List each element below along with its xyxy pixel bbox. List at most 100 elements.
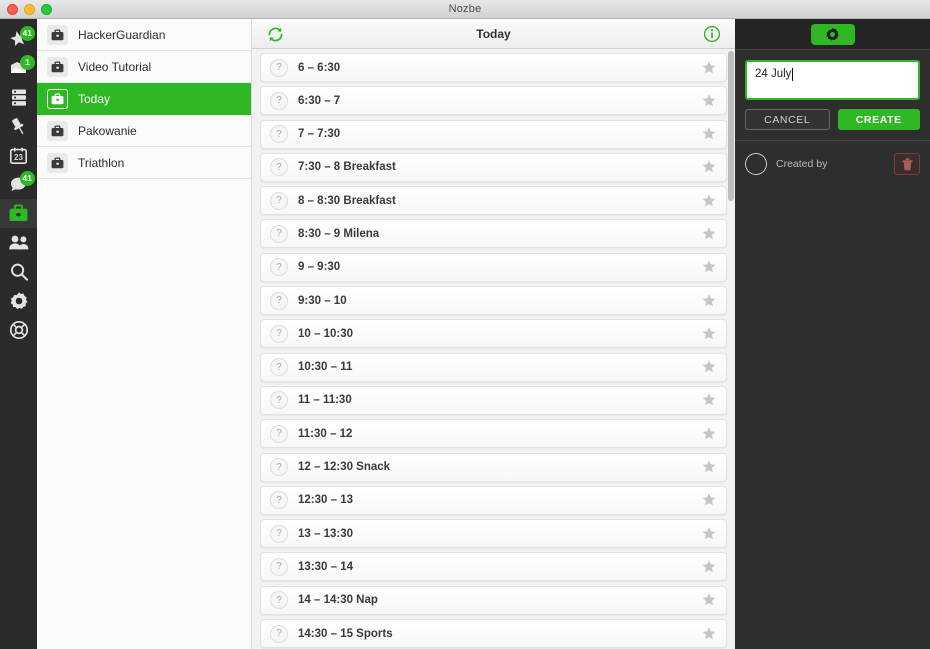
- task-label: 9 – 9:30: [298, 261, 341, 274]
- task-row[interactable]: ? 9:30 – 10: [260, 286, 727, 316]
- gear-icon: [10, 291, 27, 309]
- delete-button[interactable]: [894, 153, 920, 175]
- task-status-icon[interactable]: ?: [270, 358, 288, 377]
- task-status-icon[interactable]: ?: [270, 291, 288, 310]
- cancel-button[interactable]: CANCEL: [745, 109, 830, 130]
- task-status-icon[interactable]: ?: [270, 58, 288, 77]
- rail-item-comments[interactable]: 41: [0, 170, 37, 199]
- star-icon[interactable]: [700, 259, 718, 275]
- task-label: 11 – 11:30: [298, 394, 352, 407]
- task-row[interactable]: ? 8 – 8:30 Breakfast: [260, 186, 727, 216]
- star-icon[interactable]: [700, 293, 718, 309]
- rail-item-pinned[interactable]: [0, 112, 37, 141]
- star-icon[interactable]: [700, 526, 718, 542]
- calendar-icon: [9, 147, 27, 164]
- star-icon[interactable]: [700, 326, 718, 342]
- star-icon[interactable]: [700, 93, 718, 109]
- task-status-icon[interactable]: ?: [270, 191, 288, 210]
- briefcase-icon: [47, 120, 68, 141]
- name-input-value: 24 July: [755, 68, 792, 80]
- info-button[interactable]: [694, 19, 730, 49]
- details-settings-button[interactable]: [810, 23, 855, 45]
- star-icon[interactable]: [700, 60, 718, 76]
- task-row[interactable]: ? 13:30 – 14: [260, 552, 727, 582]
- star-icon[interactable]: [700, 459, 718, 475]
- task-row[interactable]: ? 12:30 – 13: [260, 485, 727, 515]
- project-item-today[interactable]: Today: [37, 83, 251, 115]
- rail-item-categories[interactable]: [0, 83, 37, 112]
- rail-item-projects[interactable]: [0, 199, 37, 228]
- star-icon[interactable]: [700, 592, 718, 608]
- task-status-icon[interactable]: ?: [270, 324, 288, 343]
- rail-item-settings[interactable]: [0, 286, 37, 315]
- created-by-label: Created by: [776, 158, 828, 170]
- task-status-icon[interactable]: ?: [270, 91, 288, 110]
- task-status-icon[interactable]: ?: [270, 557, 288, 576]
- task-row[interactable]: ? 10:30 – 11: [260, 352, 727, 382]
- task-row[interactable]: ? 7 – 7:30: [260, 119, 727, 149]
- star-icon[interactable]: [700, 193, 718, 209]
- task-list-scrollbar[interactable]: [727, 49, 735, 649]
- task-status-icon[interactable]: ?: [270, 591, 288, 610]
- star-icon[interactable]: [700, 159, 718, 175]
- task-row[interactable]: ? 11 – 11:30: [260, 385, 727, 415]
- rail-item-search[interactable]: [0, 257, 37, 286]
- zoom-button[interactable]: [41, 4, 52, 15]
- star-icon[interactable]: [700, 359, 718, 375]
- project-item-hackerguardian[interactable]: HackerGuardian: [37, 19, 251, 51]
- task-row[interactable]: ? 11:30 – 12: [260, 419, 727, 449]
- task-row[interactable]: ? 10 – 10:30: [260, 319, 727, 349]
- close-button[interactable]: [7, 4, 18, 15]
- task-row[interactable]: ? 12 – 12:30 Snack: [260, 452, 727, 482]
- project-item-pakowanie[interactable]: Pakowanie: [37, 115, 251, 147]
- rail-item-help[interactable]: [0, 315, 37, 344]
- window-titlebar: Nozbe: [0, 0, 930, 19]
- star-icon[interactable]: [700, 426, 718, 442]
- task-status-icon[interactable]: ?: [270, 458, 288, 477]
- task-row[interactable]: ? 6 – 6:30: [260, 53, 727, 82]
- star-icon[interactable]: [700, 626, 718, 642]
- star-icon[interactable]: [700, 559, 718, 575]
- task-row[interactable]: ? 7:30 – 8 Breakfast: [260, 152, 727, 182]
- task-row[interactable]: ? 14:30 – 15 Sports: [260, 619, 727, 649]
- task-row[interactable]: ? 13 – 13:30: [260, 519, 727, 549]
- task-row[interactable]: ? 14 – 14:30 Nap: [260, 585, 727, 615]
- nozbe-window: Nozbe 41 1 23 41 HackerGuardian Video Tu…: [0, 0, 930, 649]
- task-status-icon[interactable]: ?: [270, 224, 288, 243]
- name-input[interactable]: 24 July: [745, 60, 920, 100]
- project-item-triathlon[interactable]: Triathlon: [37, 147, 251, 179]
- project-item-video-tutorial[interactable]: Video Tutorial: [37, 51, 251, 83]
- rail-item-team[interactable]: [0, 228, 37, 257]
- sync-button[interactable]: [257, 19, 293, 49]
- task-label: 6:30 – 7: [298, 94, 341, 107]
- task-status-icon[interactable]: ?: [270, 391, 288, 410]
- briefcase-icon: [47, 88, 68, 109]
- task-status-icon[interactable]: ?: [270, 524, 288, 543]
- details-header: [735, 19, 930, 50]
- task-label: 10:30 – 11: [298, 361, 353, 374]
- task-row[interactable]: ? 8:30 – 9 Milena: [260, 219, 727, 249]
- rail-item-inbox[interactable]: 1: [0, 54, 37, 83]
- briefcase-icon: [47, 56, 68, 77]
- task-status-icon[interactable]: ?: [270, 491, 288, 510]
- categories-icon: [11, 89, 26, 106]
- task-status-icon[interactable]: ?: [270, 258, 288, 277]
- details-meta: Created by: [735, 141, 930, 187]
- create-button[interactable]: CREATE: [837, 109, 920, 130]
- task-row[interactable]: ? 6:30 – 7: [260, 86, 727, 116]
- star-icon[interactable]: [700, 226, 718, 242]
- scrollbar-thumb[interactable]: [728, 51, 734, 201]
- minimize-button[interactable]: [24, 4, 35, 15]
- star-icon[interactable]: [700, 126, 718, 142]
- star-icon[interactable]: [700, 492, 718, 508]
- task-status-icon[interactable]: ?: [270, 624, 288, 643]
- rail-item-priority[interactable]: 41: [0, 25, 37, 54]
- task-label: 10 – 10:30: [298, 327, 353, 340]
- task-status-icon[interactable]: ?: [270, 424, 288, 443]
- avatar[interactable]: [745, 153, 767, 175]
- rail-item-calendar[interactable]: 23: [0, 141, 37, 170]
- task-status-icon[interactable]: ?: [270, 158, 288, 177]
- task-row[interactable]: ? 9 – 9:30: [260, 252, 727, 282]
- star-icon[interactable]: [700, 392, 718, 408]
- task-status-icon[interactable]: ?: [270, 125, 288, 144]
